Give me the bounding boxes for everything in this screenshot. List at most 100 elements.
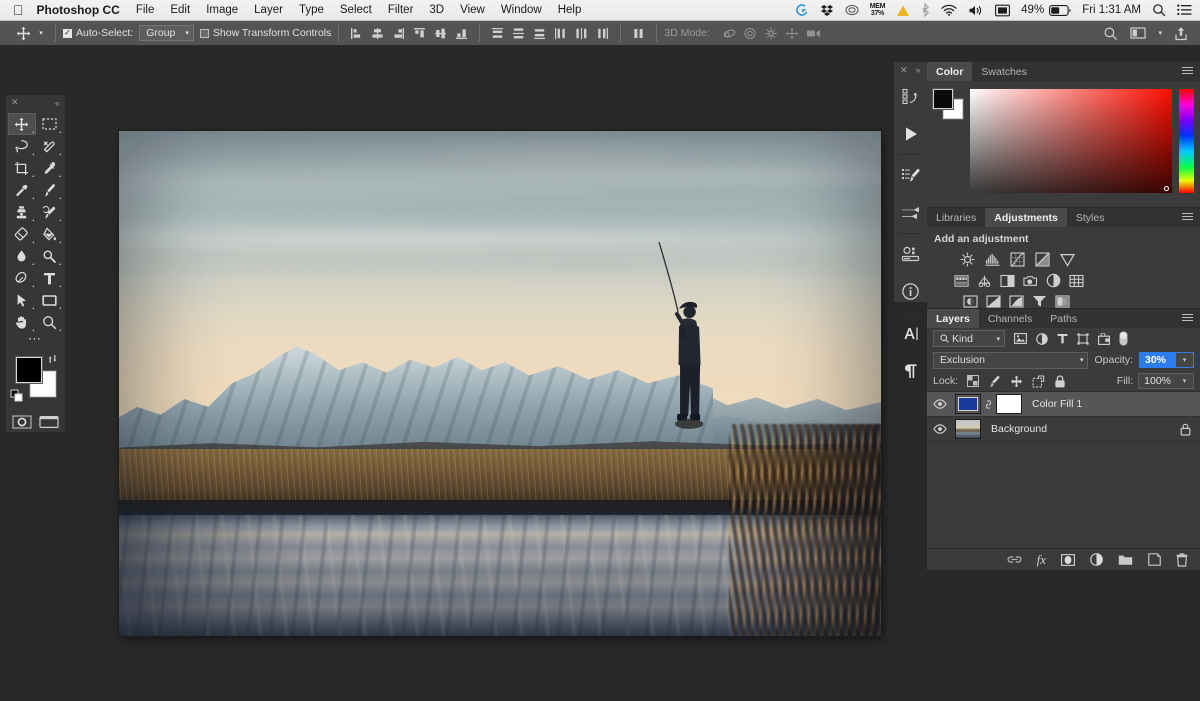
roll-3d-icon[interactable]: [743, 27, 756, 40]
menu-item-help[interactable]: Help: [558, 4, 582, 16]
type-layer-filter-icon[interactable]: [1057, 333, 1068, 344]
distribute-vertical-centers-icon[interactable]: [512, 27, 525, 40]
tool-eraser[interactable]: [8, 223, 36, 245]
control-center-icon[interactable]: [1177, 0, 1192, 21]
lock-position-icon[interactable]: [1010, 375, 1023, 388]
panel-menu-icon[interactable]: [1182, 213, 1193, 222]
hue-saturation-icon[interactable]: [954, 273, 969, 288]
wifi-icon[interactable]: [941, 0, 957, 21]
distribute-spacing-icon[interactable]: [632, 27, 645, 40]
photo-filter-icon[interactable]: [1023, 273, 1038, 288]
layer-filter-kind-dropdown[interactable]: Kind ▾: [933, 330, 1005, 347]
tool-horizontal-type[interactable]: [36, 267, 64, 289]
distribute-right-edges-icon[interactable]: [596, 27, 609, 40]
smart-object-filter-icon[interactable]: [1098, 332, 1110, 345]
foreground-color-swatch[interactable]: [16, 357, 42, 383]
search-icon[interactable]: [1103, 23, 1118, 44]
menu-item-3d[interactable]: 3D: [429, 4, 444, 16]
panel-menu-icon[interactable]: [1182, 67, 1193, 76]
opacity-field[interactable]: 30% ▾: [1139, 352, 1194, 368]
black-white-icon[interactable]: [1000, 273, 1015, 288]
lock-image-pixels-icon[interactable]: [988, 375, 1001, 388]
curves-icon[interactable]: [1010, 252, 1025, 267]
layer-row-background[interactable]: Background: [927, 417, 1200, 442]
menu-item-edit[interactable]: Edit: [170, 4, 190, 16]
swap-colors-icon[interactable]: [47, 353, 59, 365]
chevron-down-icon[interactable]: ▾: [1158, 23, 1162, 44]
scale-3d-icon[interactable]: [806, 27, 823, 40]
fill-value[interactable]: 100%: [1139, 374, 1176, 388]
menu-clock[interactable]: Fri 1:31 AM: [1082, 4, 1141, 16]
creative-cloud-icon[interactable]: [845, 0, 859, 21]
logitech-g-icon[interactable]: [795, 0, 809, 21]
align-vertical-centers-icon[interactable]: [434, 27, 447, 40]
tool-dodge[interactable]: [36, 245, 64, 267]
tab-color[interactable]: Color: [927, 62, 973, 81]
bluetooth-icon[interactable]: [921, 0, 930, 21]
opacity-value[interactable]: 30%: [1140, 353, 1176, 367]
tab-layers[interactable]: Layers: [927, 309, 979, 328]
spotlight-search-icon[interactable]: [1152, 0, 1166, 21]
tool-pen[interactable]: [8, 267, 36, 289]
chevron-down-icon[interactable]: ▾: [34, 23, 48, 44]
tab-channels[interactable]: Channels: [978, 309, 1042, 328]
brush-presets-icon[interactable]: [894, 157, 927, 194]
tool-blur[interactable]: [8, 245, 36, 267]
color-field[interactable]: [970, 89, 1172, 193]
auto-select-scope-dropdown[interactable]: Group ▾: [139, 25, 194, 41]
distribute-horizontal-centers-icon[interactable]: [575, 27, 588, 40]
tool-quick-selection[interactable]: [36, 135, 64, 157]
double-chevron-left-icon[interactable]: «: [55, 98, 60, 108]
edit-toolbar-ellipsis-icon[interactable]: ⋯: [6, 332, 65, 349]
link-icon[interactable]: [984, 398, 993, 411]
color-lookup-icon[interactable]: [1069, 273, 1084, 288]
chevron-down-icon[interactable]: ▾: [1176, 374, 1193, 388]
close-icon[interactable]: ✕: [11, 97, 19, 108]
quick-mask-icon[interactable]: [9, 413, 36, 431]
apple-icon[interactable]: : [13, 3, 24, 17]
color-balance-icon[interactable]: [977, 273, 992, 288]
layer-row-color-fill-1[interactable]: Color Fill 1: [927, 392, 1200, 417]
lock-all-icon[interactable]: [1054, 374, 1066, 388]
lock-artboard-nesting-icon[interactable]: [1032, 375, 1045, 388]
tab-paths[interactable]: Paths: [1041, 309, 1087, 328]
tool-lasso[interactable]: [8, 135, 36, 157]
channel-mixer-icon[interactable]: [1046, 273, 1061, 288]
menu-item-layer[interactable]: Layer: [254, 4, 283, 16]
tab-swatches[interactable]: Swatches: [972, 62, 1036, 81]
tab-libraries[interactable]: Libraries: [927, 208, 986, 227]
shape-layer-filter-icon[interactable]: [1077, 332, 1089, 345]
tab-styles[interactable]: Styles: [1066, 208, 1114, 227]
new-layer-icon[interactable]: [1148, 553, 1161, 566]
tool-gradient[interactable]: [36, 223, 64, 245]
screen-mode-icon[interactable]: [36, 413, 63, 431]
menu-item-filter[interactable]: Filter: [388, 4, 414, 16]
layer-name[interactable]: Background: [991, 423, 1047, 435]
pan-3d-icon[interactable]: [764, 27, 777, 40]
tool-brush[interactable]: [36, 179, 64, 201]
slide-3d-icon[interactable]: [785, 27, 798, 40]
blend-mode-dropdown[interactable]: Exclusion ▾: [933, 351, 1089, 369]
tab-adjustments[interactable]: Adjustments: [985, 208, 1067, 227]
tool-move[interactable]: [8, 113, 36, 135]
exposure-icon[interactable]: [1035, 252, 1050, 267]
screen-icon[interactable]: [995, 0, 1011, 21]
eye-icon[interactable]: [931, 399, 949, 409]
distribute-top-edges-icon[interactable]: [491, 27, 504, 40]
vibrance-icon[interactable]: [1060, 252, 1075, 267]
distribute-left-edges-icon[interactable]: [554, 27, 567, 40]
double-chevron-right-icon[interactable]: »: [916, 65, 921, 75]
tool-crop[interactable]: [8, 157, 36, 179]
close-icon[interactable]: ✕: [900, 65, 908, 76]
tool-path-selection[interactable]: [8, 289, 36, 311]
levels-icon[interactable]: [985, 252, 1000, 267]
properties-icon[interactable]: [894, 236, 927, 273]
layer-mask-thumbnail[interactable]: [996, 394, 1022, 414]
color-panel-foreground-swatch[interactable]: [933, 89, 953, 109]
tool-rectangle-shape[interactable]: [36, 289, 64, 311]
menu-item-window[interactable]: Window: [501, 4, 542, 16]
align-left-edges-icon[interactable]: [350, 27, 363, 40]
delete-layer-icon[interactable]: [1176, 552, 1188, 567]
align-horizontal-centers-icon[interactable]: [371, 27, 384, 40]
actions-play-icon[interactable]: [894, 115, 927, 152]
